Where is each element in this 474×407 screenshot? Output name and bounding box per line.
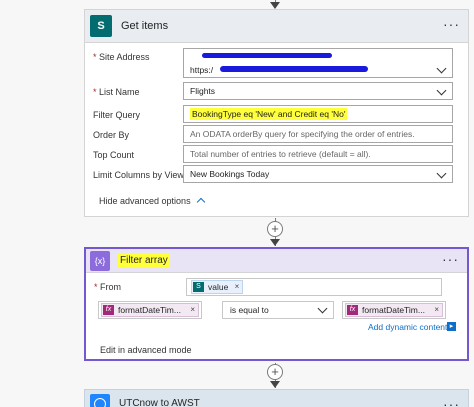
filter-query-label: Filter Query — [93, 110, 141, 120]
more-options-icon[interactable]: ··· — [443, 17, 460, 31]
list-name-dropdown[interactable]: Flights — [183, 82, 453, 100]
chevron-down-icon — [436, 85, 447, 96]
dynamic-content-icon[interactable]: ▸ — [447, 322, 456, 331]
chevron-down-icon — [317, 303, 328, 314]
more-options-icon[interactable]: ··· — [442, 252, 459, 266]
redaction-mark — [202, 53, 332, 58]
insert-step-button[interactable]: + — [267, 364, 283, 380]
more-options-icon[interactable]: ··· — [443, 397, 460, 407]
edit-advanced-mode-link[interactable]: Edit in advanced mode — [100, 345, 192, 355]
remove-token-icon[interactable]: × — [434, 304, 439, 316]
connector-arrow — [270, 239, 280, 246]
site-address-label: * Site Address — [93, 52, 150, 62]
value-token[interactable]: S value × — [191, 280, 244, 294]
filter-query-value: BookingType eq 'New' and Credit eq 'No' — [190, 108, 348, 120]
function-icon: fx — [347, 305, 358, 315]
insert-step-button[interactable]: + — [267, 221, 283, 237]
site-address-field[interactable]: https:/ — [183, 48, 453, 78]
chevron-down-icon — [436, 168, 447, 179]
limit-columns-dropdown[interactable]: New Bookings Today — [183, 165, 453, 183]
list-name-label: * List Name — [93, 87, 140, 97]
order-by-input[interactable]: An ODATA orderBy query for specifying th… — [183, 125, 453, 143]
filter-array-card: {x} Filter array ··· * From S value × fx… — [84, 247, 469, 361]
get-items-header[interactable]: S Get items ··· — [85, 10, 468, 43]
get-items-title: Get items — [121, 20, 169, 32]
top-count-label: Top Count — [93, 150, 135, 160]
condition-left-input[interactable]: fx formatDateTim... × — [98, 301, 202, 319]
expression-token-left[interactable]: fx formatDateTim... × — [101, 303, 199, 317]
schedule-clock-icon — [90, 394, 110, 407]
add-dynamic-content-link[interactable]: Add dynamic content — [368, 322, 447, 332]
get-items-card: S Get items ··· * Site Address https:/ *… — [84, 9, 469, 217]
remove-token-icon[interactable]: × — [190, 304, 195, 316]
order-by-label: Order By — [93, 130, 130, 140]
connector-arrow — [270, 381, 280, 388]
chevron-up-icon — [196, 197, 206, 207]
sharepoint-icon: S — [90, 15, 112, 37]
redaction-mark — [220, 66, 368, 72]
function-icon: fx — [103, 305, 114, 315]
utcnow-title: UTCnow to AWST — [119, 398, 200, 407]
hide-advanced-options-link[interactable]: Hide advanced options — [99, 196, 206, 207]
site-address-prefix: https:/ — [190, 65, 214, 75]
condition-right-input[interactable]: fx formatDateTim... × — [342, 301, 446, 319]
from-label: * From — [94, 282, 122, 292]
filter-query-input[interactable]: BookingType eq 'New' and Credit eq 'No' — [183, 105, 453, 123]
utcnow-card[interactable]: UTCnow to AWST ··· — [84, 389, 469, 407]
operator-dropdown[interactable]: is equal to — [222, 301, 334, 319]
limit-columns-label: Limit Columns by View — [93, 170, 184, 180]
connector-arrow-top — [270, 2, 280, 9]
sharepoint-icon: S — [193, 282, 204, 292]
filter-array-header[interactable]: {x} Filter array ··· — [86, 249, 467, 273]
from-input[interactable]: S value × — [186, 278, 442, 296]
filter-array-icon: {x} — [90, 251, 110, 271]
filter-array-title: Filter array — [118, 254, 170, 267]
chevron-down-icon[interactable] — [436, 63, 447, 74]
remove-token-icon[interactable]: × — [235, 281, 240, 293]
top-count-input[interactable]: Total number of entries to retrieve (def… — [183, 145, 453, 163]
expression-token-right[interactable]: fx formatDateTim... × — [345, 303, 443, 317]
